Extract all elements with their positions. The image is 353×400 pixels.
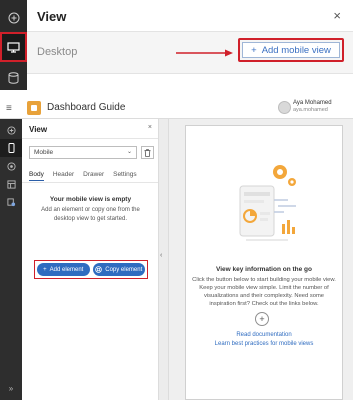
view-select[interactable]: Mobile ⌄ [29,146,137,159]
add-element-circle-button[interactable]: + [255,312,269,326]
divider [22,138,158,139]
trash-icon [144,148,151,157]
tab-body[interactable]: Body [29,171,44,181]
left-rail: » [0,119,22,400]
expand-rail-icon[interactable]: » [0,379,22,397]
zoomed-callout: View × Desktop + Add mobile view [0,0,353,94]
add-mobile-view-button[interactable]: + Add mobile view [242,42,340,58]
read-documentation-link[interactable]: Read documentation [186,332,342,338]
screenshot-stage: View × Desktop + Add mobile view ≡ Dashb… [0,0,353,400]
panel-tabs: Body Header Drawer Settings [29,171,137,181]
plus-icon: + [251,44,257,56]
add-element-button[interactable]: + Add element [37,263,90,276]
add-mobile-view-label: Add mobile view [261,44,331,56]
copy-element-button[interactable]: Copy element [92,263,145,276]
chevron-down-icon: ⌄ [126,149,132,155]
desktop-icon[interactable] [0,32,27,62]
add-element-label: Add element [49,266,84,273]
zoom-left-rail [0,0,27,90]
dashboard-logo-icon [27,101,41,115]
preview-description: Click the button below to start building… [192,277,336,307]
close-icon[interactable]: × [333,8,341,23]
empty-state-description: Add an element or copy one from the desk… [41,207,140,222]
user-name[interactable]: Aya Mohamed [293,99,345,107]
close-icon[interactable]: × [148,124,152,131]
mobile-preview: View key information on the go Click the… [185,125,343,400]
app-title: Dashboard Guide [47,102,126,113]
view-panel: View × Mobile ⌄ Body Header Drawer Setti… [22,119,159,400]
dashboard-editor: ≡ Dashboard Guide Aya Mohamed aya.mohame… [0,97,353,400]
copy-element-label: Copy element [105,266,143,273]
view-select-value: Mobile [34,149,54,156]
desktop-label: Desktop [37,46,78,58]
add-mobile-view-highlight: + Add mobile view [238,38,344,62]
callout-arrow-icon [176,49,233,57]
tab-drawer[interactable]: Drawer [83,171,104,181]
add-element-highlight: + Add element Copy element [34,260,148,279]
panel-collapse-handle[interactable]: ‹ [159,119,169,400]
avatar[interactable] [278,101,291,114]
preview-title: View key information on the go [216,266,312,273]
hamburger-menu-icon[interactable]: ≡ [6,103,12,114]
delete-view-button[interactable] [141,146,154,159]
database-icon[interactable] [0,64,27,91]
divider [22,182,158,183]
theme-icon[interactable] [0,157,22,175]
mobile-illustration-icon [239,165,296,241]
chevron-left-icon: ‹ [160,252,163,259]
tab-settings[interactable]: Settings [113,171,137,181]
user-id: aya.mohamed [293,107,328,113]
zoom-panel-footer [27,74,353,90]
zoom-panel-title: View [37,9,67,24]
preview-canvas: View key information on the go Click the… [169,119,353,400]
panel-title: View [29,125,48,134]
plus-circle-icon[interactable] [0,121,22,139]
best-practices-link[interactable]: Learn best practices for mobile views [186,341,342,347]
app-header: ≡ Dashboard Guide Aya Mohamed aya.mohame… [0,97,353,119]
plus-icon: + [43,266,47,273]
mobile-icon[interactable] [0,139,22,157]
tab-header[interactable]: Header [53,171,74,181]
plus-circle-icon[interactable] [0,4,27,31]
zoom-view-row: Desktop + Add mobile view [27,32,353,74]
data-icon[interactable] [0,193,22,211]
empty-state-title: Your mobile view is empty [49,196,132,203]
copy-icon [95,266,103,273]
layout-icon[interactable] [0,175,22,193]
zoom-panel-header: View × [27,0,353,32]
